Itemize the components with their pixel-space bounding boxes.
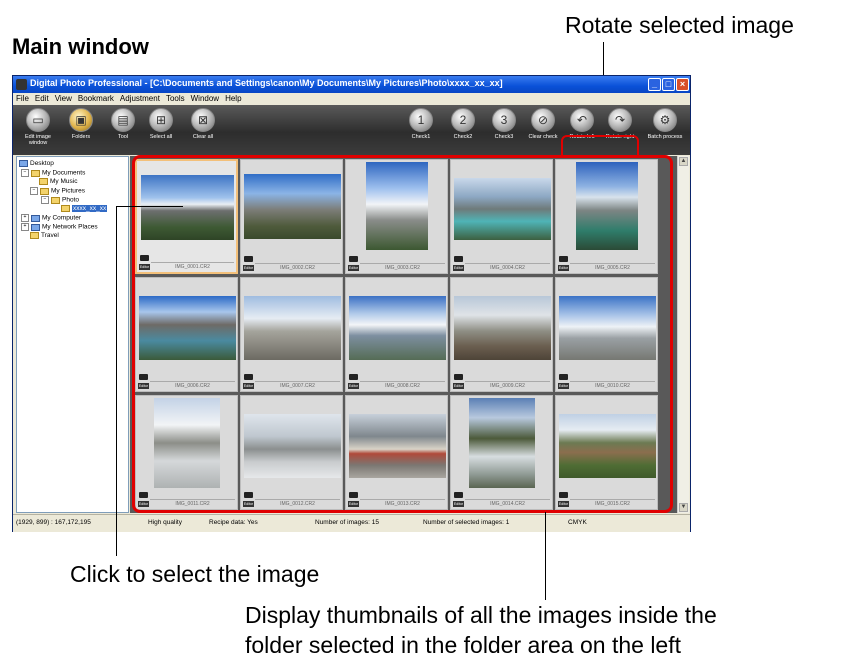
batch-process-button[interactable]: ⚙ Batch process — [645, 108, 685, 140]
folders-icon: ▣ — [69, 108, 93, 132]
folder-icon — [31, 169, 40, 177]
scroll-up-icon[interactable]: ▲ — [679, 157, 688, 166]
status-quality: High quality — [148, 519, 182, 526]
folder-icon — [30, 232, 39, 239]
status-selected-count: Number of selected images: 1 — [423, 519, 510, 526]
check2-icon: 2 — [451, 108, 475, 132]
desktop-icon — [19, 160, 28, 167]
select-all-icon: ⊞ — [149, 108, 173, 132]
expand-icon[interactable]: + — [21, 223, 29, 231]
check2-button[interactable]: 2 Check2 — [443, 108, 483, 140]
status-bar: (1929, 899) : 167,172,195 High quality R… — [13, 514, 690, 532]
menu-help[interactable]: Help — [222, 93, 244, 103]
menu-window[interactable]: Window — [188, 93, 222, 103]
tool-button[interactable]: ▤ Tool — [103, 108, 143, 140]
thumbnail-area-highlight — [132, 155, 673, 513]
minimize-button[interactable]: _ — [648, 78, 661, 91]
display-callout-line2: folder selected in the folder area on th… — [245, 632, 682, 658]
collapse-icon[interactable]: − — [21, 169, 29, 177]
rotate-callout-text: Rotate selected image — [565, 12, 794, 38]
select-all-button[interactable]: ⊞ Select all — [141, 108, 181, 140]
close-button[interactable]: × — [676, 78, 689, 91]
folder-open-icon — [61, 205, 70, 212]
clear-all-icon: ⊠ — [191, 108, 215, 132]
app-icon — [16, 79, 27, 90]
tree-item-my-music[interactable]: My Music — [39, 178, 77, 185]
rotate-right-icon: ↷ — [608, 108, 632, 132]
vertical-scrollbar[interactable]: ▲ ▼ — [677, 156, 689, 513]
menu-adjustment[interactable]: Adjustment — [117, 93, 163, 103]
tree-item-photo[interactable]: − Photo — [41, 196, 79, 204]
pictures-folder-icon — [40, 187, 49, 195]
display-callout-text: Display thumbnails of all the images ins… — [245, 600, 717, 660]
clear-check-button[interactable]: ⊘ Clear check — [523, 108, 563, 140]
menu-file[interactable]: File — [13, 93, 32, 103]
click-leader-vertical — [116, 206, 117, 556]
maximize-button[interactable]: □ — [662, 78, 675, 91]
clear-check-icon: ⊘ — [531, 108, 555, 132]
menu-bar: File Edit View Bookmark Adjustment Tools Windo… — [13, 93, 690, 105]
edit-image-icon: ▭ — [26, 108, 50, 132]
app-window: Digital Photo Professional - [C:\Documen… — [12, 75, 691, 532]
computer-icon — [31, 214, 40, 222]
display-leader-line — [545, 512, 546, 600]
menu-view[interactable]: View — [52, 93, 75, 103]
status-image-count: Number of images: 15 — [315, 519, 379, 526]
click-leader-horizontal — [116, 206, 183, 207]
tree-item-my-documents[interactable]: − My Documents — [21, 169, 85, 177]
status-recipe: Recipe data: Yes — [209, 519, 258, 526]
menu-edit[interactable]: Edit — [32, 93, 52, 103]
network-icon — [31, 223, 40, 231]
tree-item-travel[interactable]: Travel — [30, 232, 59, 239]
edit-image-window-button[interactable]: ▭ Edit image window — [18, 108, 58, 146]
status-colorspace: CMYK — [568, 519, 587, 526]
clear-all-button[interactable]: ⊠ Clear all — [183, 108, 223, 140]
click-callout-text: Click to select the image — [70, 561, 320, 587]
check3-button[interactable]: 3 Check3 — [484, 108, 524, 140]
menu-bookmark[interactable]: Bookmark — [75, 93, 117, 103]
folder-tree: Desktop − My Documents My Music − My Pictu… — [16, 156, 129, 513]
status-coordinates: (1929, 899) : 167,172,195 — [16, 519, 91, 526]
collapse-icon[interactable]: − — [41, 196, 49, 204]
window-title: Digital Photo Professional - [C:\Documen… — [30, 78, 503, 88]
expand-icon[interactable]: + — [21, 214, 29, 222]
folders-button[interactable]: ▣ Folders — [61, 108, 101, 140]
collapse-icon[interactable]: − — [30, 187, 38, 195]
folder-icon — [51, 196, 60, 204]
tree-item-desktop[interactable]: Desktop — [19, 160, 54, 167]
main-window-heading: Main window — [12, 34, 149, 59]
tree-item-my-network-places[interactable]: + My Network Places — [21, 223, 98, 231]
tool-icon: ▤ — [111, 108, 135, 132]
scroll-down-icon[interactable]: ▼ — [679, 503, 688, 512]
display-callout-line1: Display thumbnails of all the images ins… — [245, 602, 717, 628]
tree-item-my-pictures[interactable]: − My Pictures — [30, 187, 85, 195]
title-bar: Digital Photo Professional - [C:\Documen… — [13, 76, 690, 93]
check3-icon: 3 — [492, 108, 516, 132]
tree-item-my-computer[interactable]: + My Computer — [21, 214, 81, 222]
tree-item-selected-folder[interactable]: xxxx_xx_xx — [61, 205, 108, 213]
check1-button[interactable]: 1 Check1 — [401, 108, 441, 140]
batch-process-icon: ⚙ — [653, 108, 677, 132]
menu-tools[interactable]: Tools — [163, 93, 188, 103]
check1-icon: 1 — [409, 108, 433, 132]
rotate-left-icon: ↶ — [570, 108, 594, 132]
music-folder-icon — [39, 178, 48, 185]
toolbar: ▭ Edit image window ▣ Folders ▤ Tool ⊞ S… — [13, 105, 690, 179]
